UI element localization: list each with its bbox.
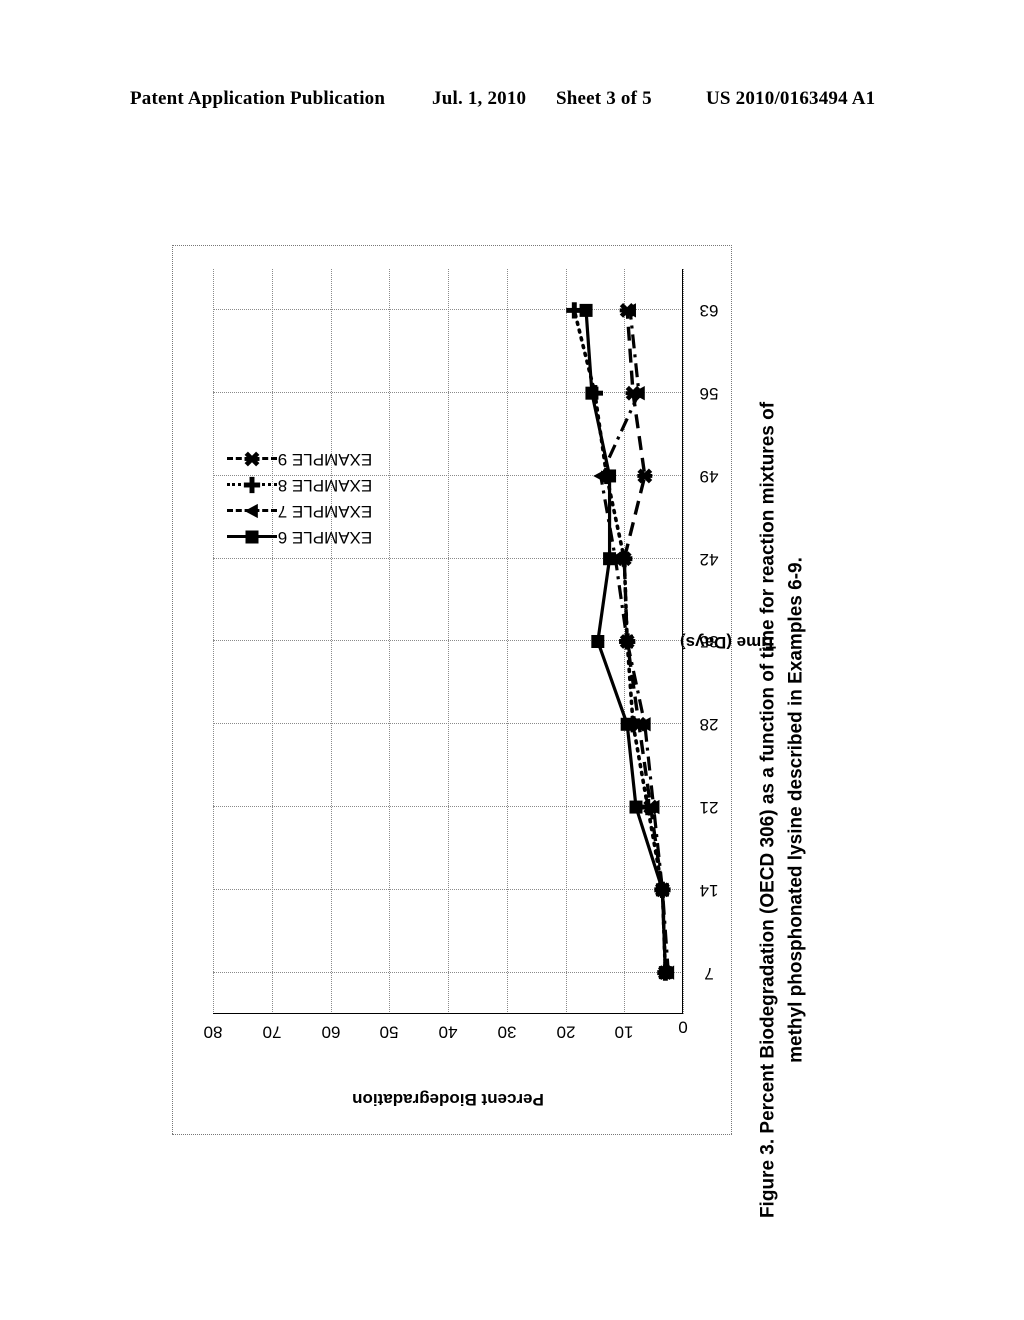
legend-marker-sample bbox=[225, 500, 279, 522]
figure-area: Percent Biodegradation Time (Days) 0 10 20… bbox=[0, 150, 1024, 1230]
x-tick-label: 63 bbox=[699, 301, 719, 321]
y-tick-label: 80 bbox=[203, 1022, 223, 1042]
document-number: US 2010/0163494 A1 bbox=[706, 88, 876, 109]
x-axis-title: Time (Days) bbox=[680, 269, 776, 1014]
figure-caption: Figure 3. Percent Biodegradation (OECD 3… bbox=[742, 360, 822, 1260]
legend-entry[interactable]: EXAMPLE 9 bbox=[225, 447, 372, 471]
legend-label: EXAMPLE 7 bbox=[277, 502, 373, 521]
y-axis-title: Percent Biodegradation bbox=[213, 1086, 683, 1112]
plus-marker-icon bbox=[243, 476, 261, 494]
triangle-marker-icon bbox=[244, 503, 258, 519]
y-tick-label: 60 bbox=[321, 1022, 340, 1042]
figure-caption-text: Figure 3. Percent Biodegradation (OECD 3… bbox=[757, 401, 806, 1219]
chart-canvas: Percent Biodegradation Time (Days) 0 10 20… bbox=[150, 190, 790, 1190]
y-tick-label: 70 bbox=[262, 1022, 282, 1042]
y-tick-label: 50 bbox=[379, 1022, 399, 1042]
legend-label: EXAMPLE 6 bbox=[277, 528, 373, 547]
y-tick-label: 40 bbox=[438, 1022, 458, 1042]
plot-area: 0 10 20 30 40 50 60 70 80 7 14 21 28 35 42 49 56 63 bbox=[204, 269, 718, 1041]
legend-marker-sample bbox=[225, 448, 279, 470]
gridline bbox=[683, 269, 684, 1014]
legend-entry[interactable]: EXAMPLE 6 bbox=[225, 525, 372, 549]
cross-marker-icon bbox=[244, 451, 260, 467]
x-tick-label: 49 bbox=[699, 466, 719, 486]
x-tick-label: 56 bbox=[699, 384, 719, 404]
patent-header: Patent Application Publication Jul. 1, 2… bbox=[0, 88, 1024, 118]
y-axis-title-text: Percent Biodegradation bbox=[352, 1089, 544, 1109]
x-tick-label: 14 bbox=[699, 880, 719, 900]
publication-date: Jul. 1, 2010 bbox=[432, 88, 527, 109]
x-tick-label: 28 bbox=[699, 715, 719, 735]
series-plot bbox=[566, 302, 675, 981]
y-tick-label: 20 bbox=[556, 1022, 575, 1042]
publication-label: Patent Application Publication bbox=[130, 88, 386, 109]
legend-entry[interactable]: EXAMPLE 7 bbox=[225, 499, 372, 523]
legend-marker-sample bbox=[225, 474, 279, 496]
square-marker-icon bbox=[245, 530, 259, 544]
x-tick-label: 42 bbox=[699, 549, 719, 569]
legend-entry[interactable]: EXAMPLE 8 bbox=[225, 473, 372, 497]
y-tick-label: 10 bbox=[614, 1022, 634, 1042]
y-tick-label: 0 bbox=[678, 1017, 688, 1037]
legend-marker-sample bbox=[225, 526, 279, 548]
chart-frame: Percent Biodegradation Time (Days) 0 10 20… bbox=[172, 245, 776, 1135]
legend-label: EXAMPLE 8 bbox=[277, 476, 373, 495]
x-tick-label: 35 bbox=[699, 632, 719, 652]
x-tick-label: 21 bbox=[699, 798, 719, 818]
data-point-marker bbox=[591, 635, 605, 648]
x-tick-label: 7 bbox=[704, 963, 714, 983]
y-tick-label: 30 bbox=[497, 1022, 517, 1042]
sheet-number: Sheet 3 of 5 bbox=[556, 88, 652, 109]
chart-legend: EXAMPLE 6 EXAMPLE 7 EXAMPLE 8 EXAMPLE 9 bbox=[225, 447, 372, 549]
legend-label: EXAMPLE 9 bbox=[277, 450, 373, 469]
